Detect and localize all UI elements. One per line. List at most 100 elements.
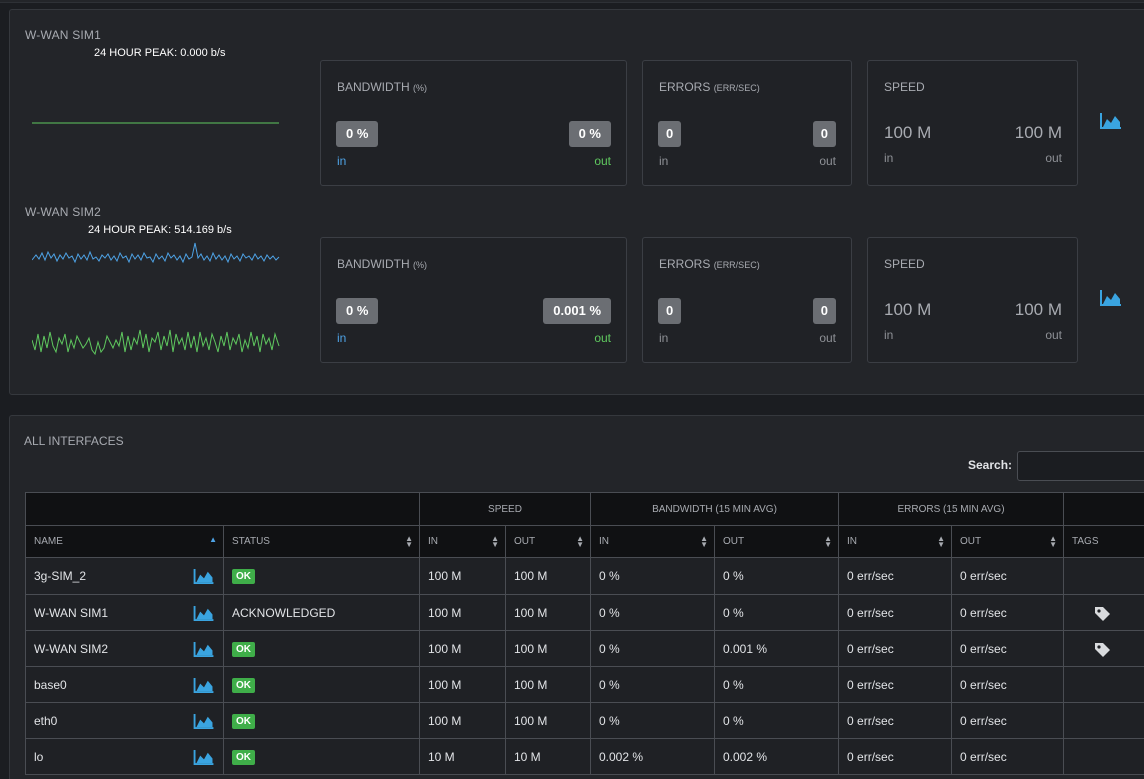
errors-out-label: out [819,331,836,345]
search-input[interactable] [1017,451,1144,481]
errors-in-label: in [659,331,669,345]
area-chart-icon[interactable] [1100,289,1122,307]
tag-icon[interactable] [1092,604,1112,624]
cell-errors-in: 0 err/sec [838,702,953,739]
cell-speed-out: 10 M [505,738,591,775]
bandwidth-in-value: 0 % [336,121,379,147]
cell-bandwidth-out: 0 % [713,594,840,631]
errors-in-value: 0 [658,121,682,147]
cell-name[interactable]: base0 [25,666,224,703]
errors-in-label: in [659,154,669,168]
interfaces-table: SPEED BANDWIDTH (15 MIN AVG) ERRORS (15 … [25,492,1144,775]
speed-card-title: SPEED [884,80,925,94]
sort-icon: ▲ ▼ [700,534,708,549]
area-chart-icon[interactable] [193,568,215,585]
bandwidth-card-sim1: BANDWIDTH (%) 0 % 0 % in out [320,60,627,186]
table-row: eth0 OK 100 M 100 M0 % 0 % 0 err/sec 0 err/sec [25,702,1144,739]
area-chart-icon[interactable] [193,749,215,766]
column-header-bandwidth-in[interactable]: IN ▲ ▼ [590,525,715,558]
interface-name[interactable]: 3g-SIM_2 [34,569,86,583]
cell-bandwidth-out: 0 % [713,666,840,703]
column-header-name[interactable]: NAME ▲ [25,525,224,558]
table-row: base0 OK 100 M 100 M0 % 0 % 0 err/sec 0 err/se… [25,666,1144,703]
group-header-tags-blank [1063,492,1144,526]
cell-errors-in: 0 err/sec [838,738,953,775]
cell-speed-in: 100 M [419,666,506,703]
peak-label-sim2: 24 HOUR PEAK: 514.169 b/s [88,224,232,236]
interface-name[interactable]: W-WAN SIM1 [34,606,108,620]
area-chart-icon[interactable] [193,641,215,658]
interface-name[interactable]: eth0 [34,714,57,728]
column-header-errors-out[interactable]: OUT ▲ ▼ [951,525,1065,558]
status-text: ACKNOWLEDGED [232,605,336,620]
interface-name[interactable]: lo [34,750,43,764]
bandwidth-card-title: BANDWIDTH (%) [337,257,428,271]
all-interfaces-title: ALL INTERFACES [24,434,124,448]
area-chart-icon[interactable] [193,677,215,694]
errors-in-value: 0 [658,298,682,324]
errors-card-title: ERRORS (ERR/SEC) [659,80,760,94]
cell-name[interactable]: W-WAN SIM2 [25,630,224,667]
tag-icon[interactable] [1092,640,1112,660]
cell-speed-in: 100 M [419,594,506,631]
errors-out-label: out [819,154,836,168]
top-border [0,0,1144,3]
area-chart-icon[interactable] [193,713,215,730]
cell-name[interactable]: W-WAN SIM1 [25,594,224,631]
cell-errors-out: 0 err/sec [951,630,1065,667]
sort-icon: ▲ ▼ [1049,534,1058,549]
interface-title-sim2: W-WAN SIM2 [25,205,101,219]
cell-speed-in: 10 M [419,738,506,775]
sparkline-sim1 [32,122,279,124]
cell-speed-in: 100 M [419,557,506,595]
bandwidth-out-label: out [594,154,611,168]
cell-name[interactable]: lo [25,738,224,775]
sort-icon: ▲ ▼ [491,534,499,549]
cell-name[interactable]: eth0 [25,702,224,739]
group-header-speed: SPEED [419,492,591,526]
column-header-speed-in[interactable]: IN ▲ ▼ [419,525,506,558]
interface-title-sim1: W-WAN SIM1 [25,28,101,42]
speed-in-value: 100 M [884,300,932,319]
cell-speed-out: 100 M [505,557,591,595]
cell-status: OK [223,738,420,775]
cell-errors-in: 0 err/sec [838,594,953,631]
errors-card-title: ERRORS (ERR/SEC) [659,257,760,271]
speed-out-label: out [1045,151,1062,165]
column-header-tags[interactable]: TAGS▲▼ [1063,525,1144,558]
cell-tags [1063,594,1144,631]
bandwidth-card-title: BANDWIDTH (%) [337,80,428,94]
cell-status: OK [223,630,420,667]
errors-out-value: 0 [812,298,836,324]
cell-name[interactable]: 3g-SIM_2 [25,557,224,595]
cell-tags [1063,557,1144,595]
speed-out-value: 100 M [1014,123,1062,142]
speed-in-label: in [884,151,894,165]
cell-speed-in: 100 M [419,630,506,667]
search-label: Search: [968,458,1013,472]
cell-bandwidth-in: 0.002 % [590,738,715,775]
sort-asc-icon: ▲ [209,535,217,544]
speed-card-title: SPEED [884,257,925,271]
column-header-status[interactable]: STATUS ▲ ▼ [223,525,420,558]
column-header-bandwidth-out[interactable]: OUT ▲ ▼ [713,525,840,558]
cell-tags [1063,666,1144,703]
group-header-errors: ERRORS (15 MIN AVG) [838,492,1065,526]
interface-name[interactable]: W-WAN SIM2 [34,642,108,656]
cell-bandwidth-out: 0 % [713,557,840,595]
area-chart-icon[interactable] [193,605,215,622]
interface-name[interactable]: base0 [34,678,67,692]
cell-errors-out: 0 err/sec [951,702,1065,739]
column-header-errors-in[interactable]: IN ▲ ▼ [838,525,953,558]
cell-errors-out: 0 err/sec [951,738,1065,775]
status-badge-ok: OK [232,641,255,657]
sort-icon: ▲ ▼ [824,534,833,549]
area-chart-icon[interactable] [1100,112,1122,130]
errors-out-value: 0 [812,121,836,147]
column-header-speed-out[interactable]: OUT ▲ ▼ [505,525,591,558]
bandwidth-card-sim2: BANDWIDTH (%) 0 % 0.001 % in out [320,237,627,363]
cell-status: ACKNOWLEDGED [223,594,420,631]
cell-speed-out: 100 M [505,594,591,631]
cell-status: OK [223,557,420,595]
cell-speed-out: 100 M [505,630,591,667]
